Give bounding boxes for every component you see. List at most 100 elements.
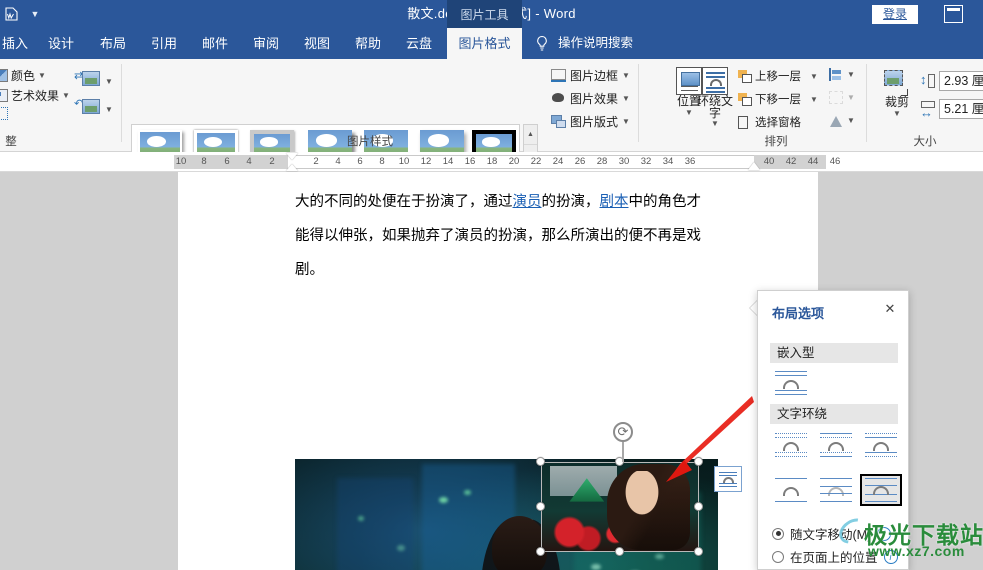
picture-effects-button[interactable]: 图片效果 ▼ <box>551 90 630 107</box>
reset-picture-button[interactable]: ↶ <box>74 97 100 121</box>
transparency-icon <box>0 107 8 120</box>
selection-handle[interactable] <box>536 547 545 556</box>
quick-access-toolbar[interactable]: ▼ <box>0 0 48 28</box>
rotate-handle-icon[interactable]: ⟳ <box>613 422 633 442</box>
info-icon[interactable]: i <box>883 549 898 564</box>
selection-handle[interactable] <box>536 502 545 511</box>
tab-view[interactable]: 视图 <box>294 28 340 59</box>
chevron-down-icon[interactable]: ▼ <box>22 0 48 28</box>
align-objects-icon <box>829 68 843 81</box>
through-wrap-icon[interactable] <box>862 431 900 459</box>
wrap-text-icon <box>702 67 728 95</box>
hyperlink-actor[interactable]: 演员 <box>513 194 542 210</box>
ruler-tick: 8 <box>379 156 385 167</box>
word-document-icon[interactable] <box>0 0 22 28</box>
tab-references[interactable]: 引用 <box>141 28 187 59</box>
selection-handle[interactable] <box>615 547 624 556</box>
send-backward-button[interactable]: 下移一层 ▼ <box>738 91 818 107</box>
ribbon-display-options-icon[interactable] <box>944 5 963 23</box>
tab-mailings[interactable]: 邮件 <box>192 28 238 59</box>
radio-button[interactable] <box>772 527 784 540</box>
hanging-indent-marker[interactable] <box>286 164 298 171</box>
chevron-down-icon[interactable]: ▼ <box>876 109 918 118</box>
tab-layout[interactable]: 布局 <box>90 28 136 59</box>
close-icon[interactable]: ✕ <box>882 301 898 317</box>
fix-position-option[interactable]: 在页面上的位置 i <box>772 547 898 566</box>
chevron-down-icon[interactable]: ▼ <box>810 72 818 81</box>
square-wrap-icon[interactable] <box>772 431 810 459</box>
chevron-down-icon[interactable]: ▼ <box>105 77 113 86</box>
artistic-effects-button[interactable]: 艺术效果 ▼ <box>0 87 70 104</box>
chevron-down-icon[interactable]: ▼ <box>622 117 630 126</box>
chevron-down-icon[interactable]: ▼ <box>847 70 855 79</box>
tab-review[interactable]: 审阅 <box>243 28 289 59</box>
horizontal-ruler[interactable]: 10 8 6 4 2 2 4 6 8 10 12 14 16 18 20 22 … <box>0 152 983 172</box>
tab-help[interactable]: 帮助 <box>345 28 391 59</box>
color-button[interactable]: 颜色 ▼ <box>0 67 46 84</box>
chevron-down-icon[interactable]: ▼ <box>622 94 630 103</box>
person-hair <box>491 516 547 570</box>
tab-cloud-disk[interactable]: 云盘 <box>396 28 442 59</box>
shape-width-value[interactable]: 5.21 厘 <box>939 99 983 119</box>
bring-forward-label: 上移一层 <box>755 71 801 83</box>
shape-height-value[interactable]: 2.93 厘 <box>939 71 983 91</box>
picture-border-icon <box>551 69 566 82</box>
transparency-button[interactable] <box>0 107 8 120</box>
align-objects-button[interactable]: ▼ <box>829 68 855 81</box>
chevron-down-icon[interactable]: ▼ <box>62 91 70 100</box>
behind-text-icon[interactable] <box>817 476 855 504</box>
selection-handle[interactable] <box>694 547 703 556</box>
compress-pictures-button[interactable]: ⇄ <box>74 69 100 93</box>
chevron-down-icon: ▼ <box>847 93 855 102</box>
chevron-down-icon[interactable]: ▼ <box>692 119 738 128</box>
selection-handle[interactable] <box>694 502 703 511</box>
tab-design[interactable]: 设计 <box>38 28 84 59</box>
ruler-tick: 42 <box>785 156 797 167</box>
color-icon <box>0 69 8 82</box>
chevron-down-icon[interactable]: ▼ <box>38 71 46 80</box>
ruler-tick: 34 <box>662 156 674 167</box>
rotate-objects-button[interactable]: ▼ <box>829 114 855 127</box>
layout-options-panel: 布局选项 ✕ 嵌入型 文字环绕 随文字移动(M) i 在页面上的位置 i <box>757 290 909 570</box>
wrap-text-button[interactable]: 环绕文字 ▼ <box>692 65 738 128</box>
sign-in-button[interactable]: 登录 <box>871 5 918 24</box>
chevron-down-icon[interactable]: ▼ <box>810 95 818 104</box>
tab-picture-format[interactable]: 图片格式 <box>447 28 522 59</box>
hyperlink-script[interactable]: 剧本 <box>600 194 629 210</box>
left-indent-marker[interactable] <box>286 153 298 160</box>
shape-height-icon <box>920 72 936 89</box>
tab-insert[interactable]: 插入 <box>0 28 38 59</box>
radio-button[interactable] <box>772 550 784 563</box>
chevron-down-icon[interactable]: ▼ <box>847 116 855 125</box>
right-indent-marker[interactable] <box>748 162 760 170</box>
in-line-with-text-icon[interactable] <box>772 369 810 397</box>
picture-layout-button[interactable]: 图片版式 ▼ <box>551 113 630 130</box>
group-label-arrange: 排列 <box>764 136 788 148</box>
in-front-of-text-icon-selected[interactable] <box>860 474 902 506</box>
tight-wrap-icon[interactable] <box>817 431 855 459</box>
chevron-down-icon[interactable]: ▼ <box>622 71 630 80</box>
ruler-tick: 6 <box>357 156 363 167</box>
bring-forward-button[interactable]: 上移一层 ▼ <box>738 68 818 84</box>
scroll-up-icon[interactable]: ▲ <box>524 125 537 145</box>
text-run: 中的角色才 <box>628 194 702 210</box>
ruler-tick: 32 <box>640 156 652 167</box>
selection-pane-label: 选择窗格 <box>755 117 801 129</box>
shape-width-field[interactable]: 5.21 厘 <box>920 99 983 120</box>
group-divider <box>121 64 122 142</box>
chevron-down-icon[interactable]: ▼ <box>105 105 113 114</box>
ruler-tick: 12 <box>420 156 432 167</box>
move-with-text-option[interactable]: 随文字移动(M) i <box>772 524 892 543</box>
crop-button[interactable]: 裁剪 ▼ <box>876 66 918 118</box>
selection-pane-button[interactable]: 选择窗格 <box>738 114 801 130</box>
picture-border-button[interactable]: 图片边框 ▼ <box>551 67 630 84</box>
bring-forward-icon <box>738 69 752 83</box>
selection-handle[interactable] <box>536 457 545 466</box>
text-run: 的扮演， <box>541 194 600 210</box>
tell-me-search[interactable]: 操作说明搜索 <box>558 28 633 59</box>
info-icon[interactable]: i <box>877 526 892 541</box>
inline-section-header: 嵌入型 <box>770 343 898 363</box>
shape-height-field[interactable]: 2.93 厘 <box>920 71 983 91</box>
top-and-bottom-wrap-icon[interactable] <box>772 476 810 504</box>
ruler-tick: 18 <box>486 156 498 167</box>
